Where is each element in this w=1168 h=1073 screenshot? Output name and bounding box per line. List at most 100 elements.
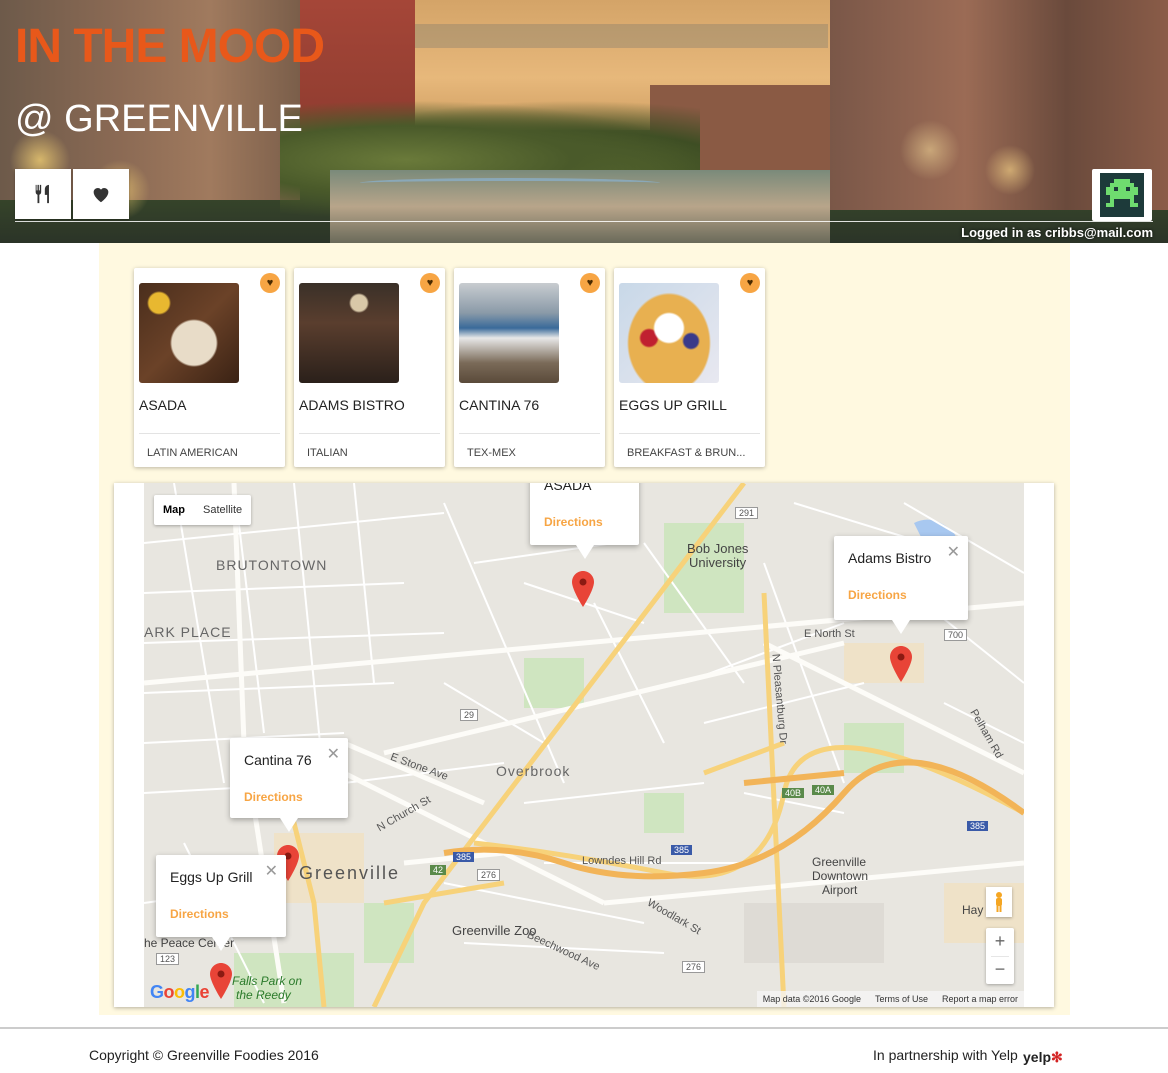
- footer-divider: [0, 1027, 1168, 1029]
- card-divider: [299, 433, 440, 434]
- zoom-control: + −: [986, 928, 1014, 984]
- street-view-pegman-icon[interactable]: [986, 887, 1012, 917]
- restaurant-category: ITALIAN: [307, 447, 348, 459]
- app-title: IN THE MOOD: [15, 20, 325, 73]
- close-icon[interactable]: ✕: [327, 744, 340, 764]
- info-window: Eggs Up Grill ✕ Directions: [156, 855, 286, 951]
- directions-link[interactable]: Directions: [544, 515, 603, 529]
- map-label: Airport: [822, 883, 858, 897]
- yelp-burst-icon: ✻: [1051, 1049, 1063, 1065]
- route-shield: 291: [735, 507, 759, 519]
- heart-icon[interactable]: ♥: [420, 273, 440, 293]
- logged-in-status: Logged in as cribbs@mail.com: [961, 225, 1153, 240]
- map-label: Bob Jones: [687, 541, 749, 556]
- restaurant-photo: [459, 283, 559, 383]
- copyright-text: Copyright © Greenville Foodies 2016: [89, 1047, 319, 1063]
- restaurant-card[interactable]: ♥ CANTINA 76 TEX-MEX: [454, 268, 605, 467]
- route-shield: 385: [967, 821, 989, 831]
- header-divider: [15, 221, 1153, 222]
- terms-link[interactable]: Terms of Use: [875, 994, 928, 1004]
- restaurant-category: TEX-MEX: [467, 447, 516, 459]
- map-label: Hay: [962, 903, 984, 917]
- map-label: Downtown: [812, 869, 869, 883]
- info-window-title: Adams Bistro: [848, 550, 932, 566]
- partner-text: In partnership with Yelp: [873, 1047, 1018, 1063]
- route-shield: 385: [671, 845, 693, 855]
- hero-band: [415, 24, 828, 48]
- restaurant-photo: [299, 283, 399, 383]
- info-window-title: Cantina 76: [244, 752, 312, 768]
- map-container: 291 29 385 385 385 40B 40A 700 42 276 27…: [114, 483, 1054, 1007]
- info-window-title: ASADA: [544, 483, 592, 493]
- map-marker-icon[interactable]: [210, 963, 232, 999]
- zoom-divider: [991, 956, 1009, 957]
- yelp-logo[interactable]: yelp✻: [1023, 1049, 1063, 1066]
- favorites-button[interactable]: [73, 169, 129, 219]
- restaurant-name: CANTINA 76: [459, 397, 540, 413]
- fork-knife-icon: [35, 184, 49, 204]
- map-type-map[interactable]: Map: [154, 495, 194, 525]
- route-shield: 40B: [782, 788, 805, 798]
- user-avatar[interactable]: [1092, 169, 1152, 221]
- report-error-link[interactable]: Report a map error: [942, 994, 1018, 1004]
- map-attribution: Map data ©2016 Google Terms of Use Repor…: [756, 991, 1024, 1007]
- map-label: the Reedy: [236, 988, 291, 1002]
- map-marker-icon[interactable]: [572, 571, 594, 607]
- card-divider: [139, 433, 280, 434]
- yelp-wordmark: yelp: [1023, 1049, 1052, 1065]
- hero-banner: IN THE MOOD @ GREENVILLE Logged in as cr…: [0, 0, 1168, 243]
- route-shield: 29: [460, 709, 479, 721]
- space-invader-icon: [1106, 179, 1138, 207]
- card-divider: [459, 433, 600, 434]
- restaurant-name: ASADA: [139, 397, 187, 413]
- restaurant-card[interactable]: ♥ EGGS UP GRILL BREAKFAST & BRUN...: [614, 268, 765, 467]
- route-shield: 42: [430, 865, 447, 875]
- route-shield: 700: [944, 629, 968, 641]
- zoom-out-button[interactable]: −: [986, 956, 1014, 984]
- close-icon[interactable]: ✕: [947, 542, 960, 562]
- heart-icon[interactable]: ♥: [580, 273, 600, 293]
- route-shield: 276: [682, 961, 706, 973]
- map-marker-icon[interactable]: [890, 646, 912, 682]
- map-type-control: Map Satellite: [154, 495, 252, 525]
- route-shield: 385: [453, 852, 475, 862]
- route-shield: 123: [156, 953, 180, 965]
- google-logo: Google: [150, 982, 210, 1002]
- directions-link[interactable]: Directions: [244, 790, 303, 804]
- map-label: Greenville: [299, 863, 401, 883]
- restaurant-card[interactable]: ♥ ASADA LATIN AMERICAN: [134, 268, 285, 467]
- card-divider: [619, 433, 760, 434]
- restaurant-category: BREAKFAST & BRUN...: [627, 447, 746, 459]
- food-button[interactable]: [15, 169, 71, 219]
- map-label: E North St: [804, 628, 855, 640]
- heart-icon[interactable]: ♥: [740, 273, 760, 293]
- map-type-satellite[interactable]: Satellite: [194, 495, 251, 525]
- info-window-title: Eggs Up Grill: [170, 869, 253, 885]
- directions-link[interactable]: Directions: [848, 588, 907, 602]
- map-label: Lowndes Hill Rd: [582, 855, 662, 867]
- heart-icon: [93, 188, 109, 203]
- restaurant-category: LATIN AMERICAN: [147, 447, 238, 459]
- app-subtitle: @ GREENVILLE: [15, 98, 303, 140]
- google-map[interactable]: 291 29 385 385 385 40B 40A 700 42 276 27…: [144, 483, 1024, 1007]
- restaurant-name: EGGS UP GRILL: [619, 397, 727, 413]
- directions-link[interactable]: Directions: [170, 907, 229, 921]
- heart-icon[interactable]: ♥: [260, 273, 280, 293]
- info-window: ASADA Directions: [530, 483, 639, 559]
- close-icon[interactable]: ✕: [265, 861, 278, 881]
- map-label: BRUTONTOWN: [216, 557, 328, 573]
- restaurant-card[interactable]: ♥ ADAMS BISTRO ITALIAN: [294, 268, 445, 467]
- route-shield: 40A: [812, 785, 835, 795]
- map-label: Greenville Zoo: [452, 923, 537, 938]
- info-window: Adams Bistro ✕ Directions: [834, 536, 968, 634]
- map-label: Greenville: [812, 855, 867, 869]
- restaurant-photo: [139, 283, 239, 383]
- info-window: Cantina 76 ✕ Directions: [230, 738, 348, 832]
- map-data-text: Map data ©2016 Google: [762, 994, 861, 1004]
- zoom-in-button[interactable]: +: [986, 928, 1014, 956]
- restaurant-name: ADAMS BISTRO: [299, 397, 405, 413]
- restaurant-photo: [619, 283, 719, 383]
- map-label: Falls Park on: [232, 974, 303, 988]
- map-label: Overbrook: [496, 763, 571, 779]
- route-shield: 276: [477, 869, 501, 881]
